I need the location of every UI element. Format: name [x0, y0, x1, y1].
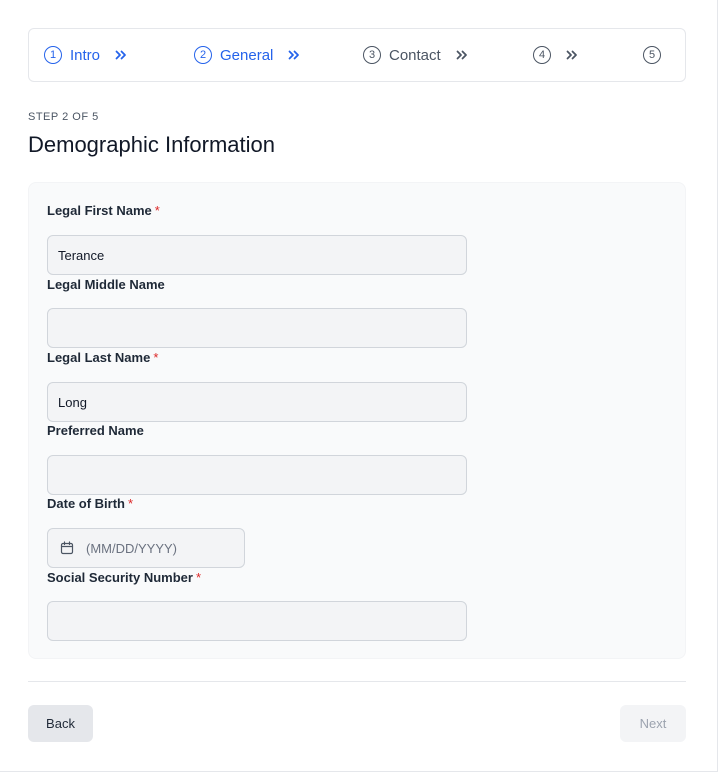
progress-stepper: 1 Intro 2 General 3 Contact 4 5 [28, 28, 686, 82]
step-number: 3 [363, 46, 381, 64]
step-4[interactable]: 4 [533, 29, 579, 81]
last-name-input[interactable] [47, 382, 467, 422]
first-name-input[interactable] [47, 235, 467, 275]
demographic-form: Legal First Name* Legal Middle Name Lega… [28, 182, 686, 659]
required-marker: * [153, 350, 159, 365]
preferred-name-input[interactable] [47, 455, 467, 495]
required-marker: * [154, 203, 160, 218]
footer-divider [28, 681, 686, 682]
ssn-label: Social Security Number * [47, 570, 201, 585]
dob-label-text: Date of Birth [47, 496, 125, 511]
back-button[interactable]: Back [28, 705, 93, 742]
middle-name-input[interactable] [47, 308, 467, 348]
step-number: 1 [44, 46, 62, 64]
step-general[interactable]: 2 General [194, 29, 301, 81]
step-intro[interactable]: 1 Intro [44, 29, 128, 81]
step-label: Contact [389, 46, 441, 64]
last-name-label-text: Legal Last Name [47, 350, 151, 365]
dob-field[interactable] [47, 528, 245, 568]
middle-name-label: Legal Middle Name [47, 277, 165, 292]
step-label: General [220, 46, 274, 64]
page-title: Demographic Information [28, 132, 276, 157]
last-name-label: Legal Last Name * [47, 350, 158, 365]
chevron-double-right-icon [288, 50, 300, 60]
calendar-icon [60, 541, 74, 555]
required-marker: * [128, 496, 134, 511]
step-label: Intro [70, 46, 101, 64]
first-name-label: Legal First Name * [47, 203, 160, 218]
preferred-name-label-text: Preferred Name [47, 423, 144, 438]
dob-input[interactable] [86, 540, 236, 556]
dob-label: Date of Birth * [47, 496, 133, 511]
chevron-double-right-icon [566, 50, 577, 60]
step-contact[interactable]: 3 Contact [363, 29, 469, 81]
required-marker: * [195, 570, 202, 585]
step-number: 5 [643, 46, 661, 64]
preferred-name-label: Preferred Name [47, 423, 144, 438]
chevron-double-right-icon [115, 50, 126, 60]
wizard-page: 1 Intro 2 General 3 Contact 4 5 STEP 2 O… [0, 0, 718, 772]
next-button[interactable]: Next [620, 705, 686, 742]
step-5[interactable]: 5 [643, 29, 661, 81]
step-number: 4 [533, 46, 551, 64]
step-counter: STEP 2 OF 5 [28, 111, 99, 123]
first-name-label-text: Legal First Name [47, 203, 152, 218]
step-number: 2 [194, 46, 212, 64]
middle-name-label-text: Legal Middle Name [47, 277, 165, 292]
chevron-double-right-icon [456, 50, 467, 60]
ssn-input[interactable] [47, 601, 467, 641]
ssn-label-text: Social Security Number [47, 570, 193, 585]
